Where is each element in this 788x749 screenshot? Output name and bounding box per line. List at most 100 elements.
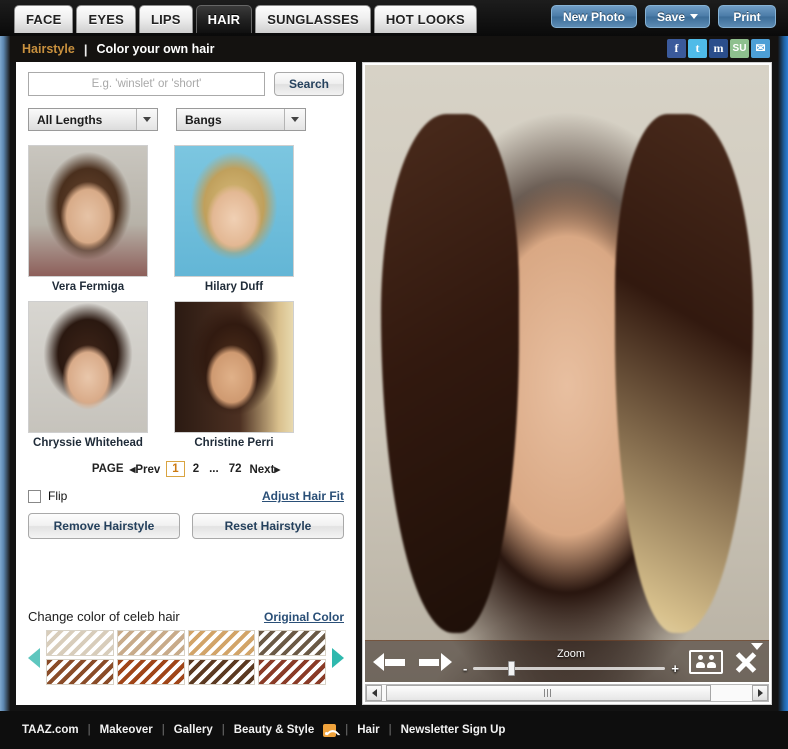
color-swatch-grid — [46, 630, 326, 685]
style-filter[interactable]: Bangs — [176, 108, 306, 131]
swatch-carousel — [28, 630, 344, 685]
pagination: PAGE ◂Prev 1 2... 72 Next▸ — [28, 461, 344, 477]
breadcrumb-hairstyle[interactable]: Hairstyle — [22, 42, 75, 56]
tab-eyes[interactable]: EYES — [76, 5, 136, 33]
flip-label: Flip — [48, 489, 68, 503]
zoom-slider-thumb[interactable] — [507, 660, 515, 676]
pagination-page-1[interactable]: 1 — [166, 461, 185, 477]
original-color-link[interactable]: Original Color — [264, 610, 344, 624]
back-arrow-icon[interactable] — [373, 651, 409, 673]
footer-link-newsletter-sign-up[interactable]: Newsletter Sign Up — [401, 724, 506, 736]
stumbleupon-icon[interactable]: SU — [730, 39, 749, 58]
pagination-next[interactable]: Next▸ — [249, 462, 280, 476]
hairstyle-thumbnail[interactable]: Chryssie Whitehead — [28, 301, 148, 449]
color-swatch-copper-red[interactable] — [116, 659, 185, 685]
color-swatch-dark-ash-brown[interactable] — [258, 630, 326, 656]
print-label: Print — [733, 9, 761, 24]
hair-color-section: Change color of celeb hair Original Colo… — [16, 609, 356, 705]
flip-checkbox[interactable] — [28, 489, 41, 503]
scroll-left-button[interactable] — [366, 685, 382, 701]
zoom-label: Zoom — [556, 647, 586, 660]
length-filter[interactable]: All Lengths — [28, 108, 158, 131]
top-action-buttons: New Photo Save Print — [550, 5, 776, 28]
hairstyle-thumbnail-caption: Vera Fermiga — [51, 281, 125, 293]
tab-hair[interactable]: HAIR — [195, 5, 253, 33]
person-glyph-left — [696, 655, 705, 668]
print-button[interactable]: Print — [718, 5, 776, 28]
zoom-minus-label[interactable]: - — [463, 661, 467, 676]
footer-nav: TAAZ.com | Makeover | Gallery | Beauty & Style… — [0, 711, 788, 749]
twitter-icon[interactable]: t — [688, 39, 707, 58]
hair-color-title: Change color of celeb hair — [28, 609, 180, 624]
facebook-icon[interactable]: f — [667, 39, 686, 58]
user-photo[interactable] — [365, 65, 769, 682]
flip-row: Flip Adjust Hair Fit — [28, 489, 344, 503]
reset-hairstyle-button[interactable]: Reset Hairstyle — [192, 513, 344, 539]
tab-sunglasses[interactable]: SUNGLASSES — [255, 5, 371, 33]
tab-lips[interactable]: LIPS — [138, 5, 193, 33]
forward-arrow-icon[interactable] — [419, 651, 453, 673]
scroll-thumb[interactable] — [385, 685, 712, 701]
color-swatch-medium-auburn[interactable] — [46, 659, 114, 685]
next-colors-arrow[interactable] — [332, 647, 344, 668]
footer-link-makeover[interactable]: Makeover — [100, 724, 153, 736]
myspace-icon[interactable]: m — [709, 39, 728, 58]
footer-link-taaz-com[interactable]: TAAZ.com — [22, 724, 79, 736]
footer-separator: | — [388, 724, 392, 736]
color-swatch-platinum-blonde[interactable] — [46, 630, 114, 656]
tab-face[interactable]: FACE — [14, 5, 74, 33]
filter-value: Bangs — [185, 112, 222, 127]
rss-icon[interactable] — [323, 723, 337, 737]
hairstyle-thumbnail-image[interactable] — [28, 145, 148, 277]
hairstyle-thumbnail[interactable]: Hilary Duff — [174, 145, 294, 293]
remove-hairstyle-button[interactable]: Remove Hairstyle — [28, 513, 180, 539]
main-tabs: FACE EYES LIPS HAIR SUNGLASSES HOT LOOKS — [14, 5, 477, 33]
color-swatch-golden-blonde[interactable] — [187, 630, 256, 656]
collapse-caret-icon[interactable] — [751, 643, 763, 650]
adjust-hair-fit-link[interactable]: Adjust Hair Fit — [262, 489, 344, 503]
color-swatch-dark-brown[interactable] — [187, 659, 256, 685]
person-glyph-right — [707, 655, 716, 668]
pagination-page-2[interactable]: 2 — [191, 463, 201, 475]
hairstyle-thumbnail-image[interactable] — [174, 145, 294, 277]
pagination-prev[interactable]: ◂Prev — [130, 462, 161, 476]
tab-label: SUNGLASSES — [267, 12, 359, 27]
hairstyle-browser-panel: Search All Lengths Bangs Vera Fermiga Hila… — [16, 62, 356, 705]
search-button[interactable]: Search — [273, 72, 344, 96]
hairstyle-thumbnail[interactable]: Vera Fermiga — [28, 145, 148, 293]
hairstyle-thumbnail[interactable]: Christine Perri — [174, 301, 294, 449]
tab-hot-looks[interactable]: HOT LOOKS — [373, 5, 477, 33]
footer-link-beauty-style[interactable]: Beauty & Style — [234, 724, 315, 736]
hairstyle-thumbnail-image[interactable] — [174, 301, 294, 433]
pagination-page-72[interactable]: 72 — [227, 463, 244, 475]
search-button-label: Search — [288, 77, 329, 91]
zoom-plus-label[interactable]: + — [671, 661, 679, 676]
footer-link-hair[interactable]: Hair — [357, 724, 379, 736]
taaz-makeover-app: FACE EYES LIPS HAIR SUNGLASSES HOT LOOKS New … — [0, 0, 788, 749]
color-swatch-light-ash-blonde[interactable] — [116, 630, 185, 656]
search-row: Search — [28, 72, 344, 96]
close-icon[interactable] — [733, 649, 759, 675]
prev-colors-arrow[interactable] — [28, 647, 40, 668]
footer-separator: | — [161, 724, 165, 736]
new-photo-button[interactable]: New Photo — [550, 5, 637, 28]
scroll-right-button[interactable] — [752, 685, 768, 701]
save-label: Save — [656, 9, 685, 24]
page-title: Color your own hair — [96, 42, 215, 56]
color-swatch-deep-burgundy[interactable] — [258, 659, 326, 685]
compare-icon[interactable] — [689, 649, 723, 674]
zoom-slider-row: - + — [463, 660, 679, 676]
chevron-down-icon[interactable] — [284, 109, 305, 130]
flip-control[interactable]: Flip — [28, 489, 67, 503]
footer-link-gallery[interactable]: Gallery — [174, 724, 213, 736]
breadcrumb-separator: | — [83, 41, 88, 57]
zoom-slider-track[interactable] — [473, 660, 666, 676]
hairstyle-thumbnail-image[interactable] — [28, 301, 148, 433]
chevron-down-icon[interactable] — [136, 109, 157, 130]
photo-toolbar: Zoom - + — [365, 640, 769, 682]
photo-horizontal-scrollbar[interactable] — [365, 684, 769, 702]
save-button[interactable]: Save — [644, 5, 710, 28]
search-input[interactable] — [28, 72, 265, 96]
email-icon[interactable]: ✉ — [751, 39, 770, 58]
scroll-track[interactable] — [382, 685, 752, 701]
